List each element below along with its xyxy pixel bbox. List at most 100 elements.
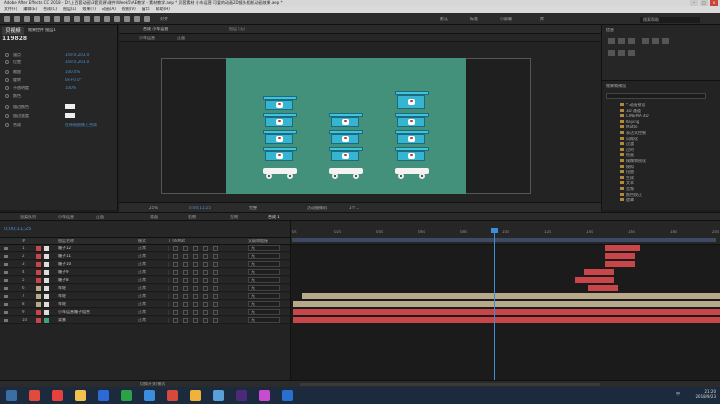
blend-mode-dropdown[interactable]: 正常 xyxy=(138,254,146,258)
system-clock[interactable]: 21:20 2018/9/23 xyxy=(695,389,716,400)
align-middle-icon[interactable] xyxy=(652,38,659,44)
parent-dropdown[interactable]: 无 xyxy=(248,309,280,315)
property-row[interactable]: 旋转 0x+0.0° xyxy=(3,77,115,83)
layer-switches[interactable] xyxy=(168,310,238,315)
pen-tool-icon[interactable] xyxy=(84,16,90,22)
eye-icon[interactable] xyxy=(4,247,8,250)
ime-indicator[interactable]: 中 xyxy=(676,392,680,396)
blend-mode-dropdown[interactable]: 正常 xyxy=(138,302,146,306)
camera-tool-icon[interactable] xyxy=(54,16,60,22)
blend-mode-dropdown[interactable]: 正常 xyxy=(138,246,146,250)
layer-duration-bar[interactable] xyxy=(293,301,720,307)
stopwatch-icon[interactable] xyxy=(5,70,9,74)
property-row[interactable]: 缩放 100.0% xyxy=(3,69,115,75)
eye-icon[interactable] xyxy=(4,295,8,298)
taskbar-app-icon[interactable] xyxy=(236,390,247,401)
layer-switches[interactable] xyxy=(168,270,238,275)
toggle-switches-modes[interactable]: 切换开关/模式 xyxy=(140,382,165,386)
layer-name[interactable]: 车轮 xyxy=(58,286,66,290)
label-color-swatch[interactable] xyxy=(36,294,41,299)
parent-dropdown[interactable]: 无 xyxy=(248,317,280,323)
stopwatch-icon[interactable] xyxy=(5,86,9,90)
menu-view[interactable]: 视图(V) xyxy=(122,7,136,12)
label-color-swatch[interactable] xyxy=(36,262,41,267)
tab-layer[interactable]: 图层 (无) xyxy=(229,27,245,31)
text-tool-icon[interactable] xyxy=(94,16,100,22)
effects-category[interactable]: 文本 xyxy=(620,181,634,186)
clone-tool-icon[interactable] xyxy=(114,16,120,22)
label-color-swatch[interactable] xyxy=(36,302,41,307)
effects-category[interactable]: 3D 通道 xyxy=(620,108,641,114)
work-area-bar[interactable] xyxy=(292,238,716,242)
layer-switches[interactable] xyxy=(168,254,238,259)
label-color-swatch[interactable] xyxy=(36,254,41,259)
parent-dropdown[interactable]: 无 xyxy=(248,253,280,259)
zoom-tool-icon[interactable] xyxy=(34,16,40,22)
layer-switches[interactable] xyxy=(168,294,238,299)
property-row[interactable]: 颜色 xyxy=(3,93,115,99)
effects-category[interactable]: Matte xyxy=(620,125,638,130)
color-swatch[interactable] xyxy=(65,113,75,118)
workspace-small[interactable]: 小屏幕 xyxy=(500,17,512,21)
distribute-icon[interactable] xyxy=(618,50,625,56)
rectangle-tool-icon[interactable] xyxy=(74,16,80,22)
layer-row[interactable]: 9 小车运营箱子组合 正常 无 xyxy=(0,309,290,316)
layer-name[interactable]: 箱子8 xyxy=(58,278,69,282)
effects-category[interactable]: 表达式控制 xyxy=(620,131,646,136)
layer-row[interactable]: 8 车轮 正常 无 xyxy=(0,301,290,308)
parent-dropdown[interactable]: 无 xyxy=(248,293,280,299)
blend-mode-dropdown[interactable]: 正常 xyxy=(138,310,146,314)
eye-icon[interactable] xyxy=(4,255,8,258)
stopwatch-icon[interactable] xyxy=(5,94,9,98)
layer-duration-bar[interactable] xyxy=(584,269,614,275)
layer-duration-bar[interactable] xyxy=(293,309,720,315)
eye-icon[interactable] xyxy=(4,287,8,290)
effects-category[interactable]: 音频 xyxy=(620,187,634,192)
zoom-slider[interactable] xyxy=(300,383,600,386)
layer-name[interactable]: 车轮 xyxy=(58,294,66,298)
effects-search-input[interactable] xyxy=(606,93,706,99)
align-top-icon[interactable] xyxy=(642,38,649,44)
workspace-default[interactable]: 默认 xyxy=(440,17,448,21)
blend-mode-dropdown[interactable]: 正常 xyxy=(138,318,146,322)
camera-dropdown[interactable]: 活动摄像机 xyxy=(307,206,327,210)
layer-switches[interactable] xyxy=(168,262,238,267)
parent-dropdown[interactable]: 无 xyxy=(248,277,280,283)
snap-toggle[interactable]: 对齐 xyxy=(160,17,168,21)
hand-tool-icon[interactable] xyxy=(24,16,30,22)
selection-tool-icon[interactable] xyxy=(14,16,20,22)
effects-category[interactable]: Keying xyxy=(620,119,639,125)
blend-mode-dropdown[interactable]: 正常 xyxy=(138,278,146,282)
property-value[interactable]: 在原始图像上合成 xyxy=(65,123,97,127)
tab-comp[interactable]: 右侧 xyxy=(188,215,196,219)
taskbar-app-icon[interactable] xyxy=(121,390,132,401)
parent-dropdown[interactable]: 无 xyxy=(248,261,280,267)
distribute-icon[interactable] xyxy=(628,50,635,56)
property-row[interactable]: 描边宽度 xyxy=(3,113,115,119)
pan-behind-tool-icon[interactable] xyxy=(64,16,70,22)
property-value[interactable]: 359.0,203.0 xyxy=(65,60,89,64)
layer-duration-bar[interactable] xyxy=(588,285,619,291)
layer-switches[interactable] xyxy=(168,246,238,251)
layer-duration-bar[interactable] xyxy=(575,277,614,283)
property-row[interactable]: 不透明度 100% xyxy=(3,85,115,91)
layer-row[interactable]: 7 车轮 正常 无 xyxy=(0,293,290,300)
tab-render-queue[interactable]: 渲染队列 xyxy=(20,215,36,219)
composition-canvas[interactable] xyxy=(226,58,466,194)
layer-row[interactable]: 2 箱子11 正常 无 xyxy=(0,253,290,260)
roto-tool-icon[interactable] xyxy=(134,16,140,22)
taskbar-app-icon[interactable] xyxy=(282,390,293,401)
distribute-icon[interactable] xyxy=(608,50,615,56)
effects-category[interactable]: 生成 xyxy=(620,175,634,181)
layer-duration-bar[interactable] xyxy=(301,293,720,299)
tab-comp[interactable]: 左侧 xyxy=(230,215,238,219)
parent-dropdown[interactable]: 无 xyxy=(248,285,280,291)
layer-switches[interactable] xyxy=(168,318,238,323)
current-time[interactable]: 0;00;11;25 xyxy=(189,206,211,210)
menu-layer[interactable]: 图层(L) xyxy=(63,7,76,12)
effects-category[interactable]: 风格化 xyxy=(620,136,638,142)
layer-switches[interactable] xyxy=(168,278,238,283)
taskbar-app-icon[interactable] xyxy=(259,390,270,401)
stopwatch-icon[interactable] xyxy=(5,53,9,57)
stopwatch-icon[interactable] xyxy=(5,105,9,109)
